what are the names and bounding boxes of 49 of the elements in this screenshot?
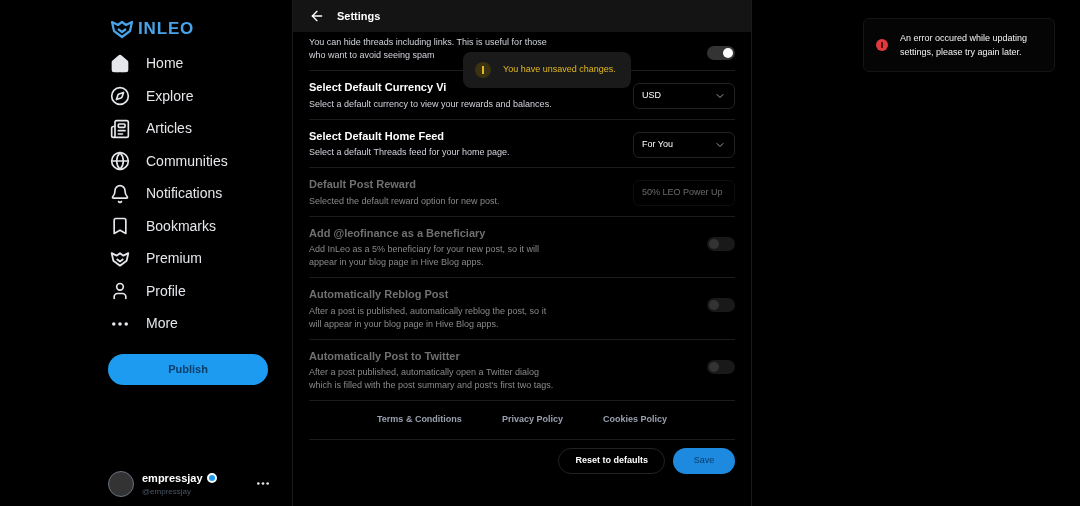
compass-icon [110, 86, 130, 106]
nav-item[interactable]: Explore [108, 86, 292, 106]
footer-link[interactable]: Cookies Policy [602, 413, 667, 427]
nav-item[interactable]: Premium [108, 248, 292, 269]
setting-description: Select a default currency to view your rewards and balances. [309, 97, 553, 111]
account-handle: @empressjay [142, 486, 193, 498]
nav-item[interactable]: Communities [108, 151, 292, 171]
nav-item[interactable]: Home [108, 53, 292, 74]
globe-icon [110, 151, 130, 171]
more-icon[interactable] [112, 321, 128, 326]
bookmark-icon [110, 216, 130, 236]
setting-description: Selected the default reward option for new post. [309, 194, 501, 208]
more-icon[interactable] [256, 482, 269, 486]
setting-description: Add InLeo as a 5% beneficiary for your new post, so it will appear in your blog page in Hive Blog apps. [309, 243, 541, 269]
logo-text: INLEO [138, 18, 195, 40]
newspaper-icon [110, 118, 130, 139]
nav-item[interactable]: Bookmarks [108, 216, 292, 236]
back-arrow-icon[interactable] [309, 8, 325, 24]
avatar[interactable] [108, 470, 134, 497]
setting-title: Select Default Currency Vi [309, 80, 448, 95]
setting-description: Select a default Threads feed for your home page. [309, 146, 511, 159]
setting-title: Select Default Home Feed [309, 128, 446, 144]
nav-item[interactable]: Articles [108, 118, 292, 139]
setting-title: Add @leofinance as a Beneficiary [309, 225, 487, 241]
page-title: Settings [337, 8, 381, 24]
warning-text: You have unsaved changes. [503, 63, 616, 77]
setting-title: Automatically Post to Twitter [309, 348, 461, 364]
warning-icon [475, 62, 491, 78]
setting-description: After a post published, automatically open a Twitter dialog which is filled with the post summary and post's first two tags. [309, 366, 555, 392]
bell-icon [110, 183, 130, 204]
dropdown[interactable]: For You [633, 131, 735, 158]
account-name: empressjay [142, 470, 203, 486]
user-icon [110, 281, 130, 301]
setting-title: Automatically Reblog Post [309, 287, 450, 302]
nav-item[interactable]: More [108, 313, 292, 334]
error-icon [876, 39, 888, 51]
setting-title: Default Post Reward [309, 177, 417, 192]
setting-description: After a post is published, automatically reblog the post, so it will appear in your blog page in Hive Blog apps. [309, 304, 548, 331]
error-text: An error occured while updating settings, please try again later. [900, 32, 1029, 59]
logo-icon [110, 18, 134, 39]
footer-link[interactable]: Privacy Policy [501, 413, 563, 427]
publish-button[interactable]: Publish [108, 353, 268, 385]
nav-item[interactable]: Notifications [108, 183, 292, 204]
footer-link[interactable]: Terms & Conditions [377, 413, 462, 427]
dropdown[interactable]: USD [633, 83, 735, 109]
home-icon [110, 53, 130, 74]
nav-item[interactable]: Profile [108, 281, 292, 301]
toggle-switch[interactable] [707, 46, 735, 60]
setting-description: You can hide threads including links. This is useful for those who want to avoid seeing spam [309, 36, 548, 62]
